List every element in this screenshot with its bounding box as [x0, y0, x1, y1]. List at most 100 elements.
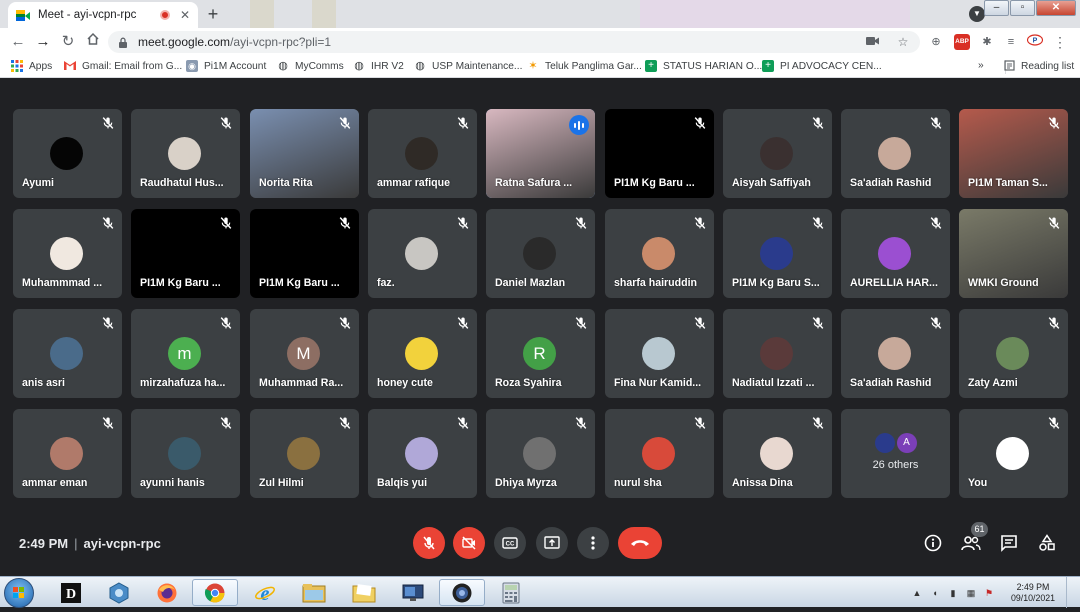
participant-tile[interactable]: WMKI Ground [959, 209, 1068, 298]
participant-tile[interactable]: faz. [368, 209, 477, 298]
participant-avatar [642, 337, 675, 370]
participant-tile[interactable]: Nadiatul Izzati ... [723, 309, 832, 398]
meeting-details-button[interactable] [921, 531, 945, 555]
participant-tile[interactable]: PI1M Kg Baru ... [250, 209, 359, 298]
participant-tile[interactable]: Ayumi [13, 109, 122, 198]
maximize-window-button[interactable]: ▫ [1010, 0, 1035, 16]
chrome-menu-icon[interactable]: ⋮ [1052, 34, 1068, 50]
participant-tile[interactable]: sharfa hairuddin [605, 209, 714, 298]
microphone-muted-icon [810, 115, 826, 131]
camera-toggle-button[interactable] [453, 527, 485, 559]
pc-app-icon[interactable] [96, 579, 142, 606]
profile-extension-icon[interactable]: P [1026, 34, 1044, 50]
media-queue-icon[interactable]: ≡ [1003, 34, 1019, 50]
firefox-icon[interactable] [144, 579, 190, 606]
participant-name: Dhiya Myrza [495, 477, 557, 489]
microphone-muted-icon [928, 215, 944, 231]
participant-tile[interactable]: Anissa Dina [723, 409, 832, 498]
forward-arrow-icon[interactable]: → [33, 32, 53, 52]
participant-tile[interactable]: PI1M Taman S... [959, 109, 1068, 198]
bookmark-status-harian[interactable]: + STATUS HARIAN O... [645, 60, 762, 72]
dict-app-icon[interactable]: D [48, 579, 94, 606]
minimize-window-button[interactable]: – [984, 0, 1009, 16]
participant-tile[interactable]: Sa'adiah Rashid [841, 109, 950, 198]
participant-tile[interactable]: Muhammmad ... [13, 209, 122, 298]
bookmark-ihr-v2[interactable]: ◍ IHR V2 [353, 60, 404, 72]
camera-permission-icon[interactable] [866, 35, 880, 49]
participant-tile[interactable]: You [959, 409, 1068, 498]
extensions-puzzle-icon[interactable]: ✱ [979, 34, 995, 50]
explorer-icon[interactable] [291, 579, 337, 606]
back-arrow-icon[interactable]: ← [8, 32, 28, 52]
leave-call-button[interactable] [618, 527, 662, 559]
show-hidden-icons-icon[interactable]: ▲ [911, 587, 923, 599]
bookmark-gmail[interactable]: Gmail: Email from G... [64, 60, 182, 72]
calculator-icon[interactable] [488, 579, 534, 606]
participant-tile[interactable]: Fina Nur Kamid... [605, 309, 714, 398]
participant-tile[interactable]: m mirzahafuza ha... [131, 309, 240, 398]
volume-icon[interactable]: ◖ [929, 587, 941, 599]
participant-tile[interactable]: PI1M Kg Baru S... [723, 209, 832, 298]
bookmark-teluk-panglima[interactable]: ✶ Teluk Panglima Gar... [527, 60, 641, 72]
browser-tab-meet[interactable]: Meet - ayi-vcpn-rpc ✕ [8, 2, 198, 28]
network-icon[interactable]: ▦ [965, 587, 977, 599]
microphone-toggle-button[interactable] [413, 527, 445, 559]
bookmark-mycomms[interactable]: ◍ MyComms [277, 60, 343, 72]
participant-tile[interactable]: Daniel Mazlan [486, 209, 595, 298]
participant-tile[interactable]: PI1M Kg Baru ... [605, 109, 714, 198]
participant-tile[interactable]: Norita Rita [250, 109, 359, 198]
participant-tile[interactable]: Ratna Safura ... [486, 109, 595, 198]
others-tile[interactable]: A 26 others [841, 409, 950, 498]
power-icon[interactable]: ▮ [947, 587, 959, 599]
bookmark-star-icon[interactable]: ☆ [896, 35, 910, 49]
more-options-button[interactable] [577, 527, 609, 559]
close-tab-icon[interactable]: ✕ [180, 8, 190, 22]
participant-avatar: m [168, 337, 201, 370]
windows-start-icon[interactable] [4, 578, 34, 608]
participant-tile[interactable]: Sa'adiah Rashid [841, 309, 950, 398]
taskbar-clock[interactable]: 2:49 PM 09/10/2021 [1002, 582, 1064, 604]
participant-tile[interactable]: M Muhammad Ra... [250, 309, 359, 398]
captions-button[interactable]: CC [494, 527, 526, 559]
close-window-button[interactable]: ✕ [1036, 0, 1076, 16]
new-tab-button[interactable]: + [203, 5, 223, 25]
reading-list-button[interactable]: Reading list [1003, 60, 1074, 72]
reload-icon[interactable]: ↻ [58, 32, 78, 52]
participant-tile[interactable]: Dhiya Myrza [486, 409, 595, 498]
present-screen-button[interactable] [536, 527, 568, 559]
participant-tile[interactable]: Raudhatul Hus... [131, 109, 240, 198]
chat-button[interactable] [997, 531, 1021, 555]
flag-alert-icon[interactable]: ⚑ [983, 587, 995, 599]
bookmark-pi1m-account[interactable]: ◉ Pi1M Account [186, 60, 266, 72]
participant-tile[interactable]: ayunni hanis [131, 409, 240, 498]
bookmark-apps[interactable]: Apps [11, 60, 52, 72]
participant-tile[interactable]: PI1M Kg Baru ... [131, 209, 240, 298]
bookmark-label: STATUS HARIAN O... [663, 60, 763, 72]
home-icon[interactable] [83, 32, 103, 52]
chrome-profile-icon[interactable]: ▼ [969, 6, 985, 22]
bookmark-usp-maintenance[interactable]: ◍ USP Maintenance... [414, 60, 522, 72]
activities-button[interactable] [1035, 531, 1059, 555]
participant-tile[interactable]: Zul Hilmi [250, 409, 359, 498]
camera-app-icon[interactable] [439, 579, 485, 606]
bookmark-pi-advocacy[interactable]: + PI ADVOCACY CEN... [762, 60, 882, 72]
monitor-app-icon[interactable] [390, 579, 436, 606]
adblock-plus-icon[interactable]: ABP [954, 34, 970, 50]
participant-tile[interactable]: AURELLIA HAR... [841, 209, 950, 298]
more-bookmarks-icon[interactable]: » [978, 60, 984, 71]
globe-extension-icon[interactable]: ⊕ [928, 34, 944, 50]
participant-tile[interactable]: R Roza Syahira [486, 309, 595, 398]
participant-tile[interactable]: ammar eman [13, 409, 122, 498]
show-desktop-button[interactable] [1066, 577, 1080, 608]
participant-tile[interactable]: nurul sha [605, 409, 714, 498]
ie-icon[interactable]: e [242, 579, 288, 606]
participant-tile[interactable]: Zaty Azmi [959, 309, 1068, 398]
participant-tile[interactable]: Balqis yui [368, 409, 477, 498]
participant-tile[interactable]: anis asri [13, 309, 122, 398]
participant-tile[interactable]: honey cute [368, 309, 477, 398]
address-bar[interactable]: meet.google.com/ayi-vcpn-rpc?pli=1 ☆ [108, 31, 920, 53]
participant-tile[interactable]: ammar rafique [368, 109, 477, 198]
chrome-icon[interactable] [192, 579, 238, 606]
folder-icon[interactable] [341, 579, 387, 606]
participant-tile[interactable]: Aisyah Saffiyah [723, 109, 832, 198]
